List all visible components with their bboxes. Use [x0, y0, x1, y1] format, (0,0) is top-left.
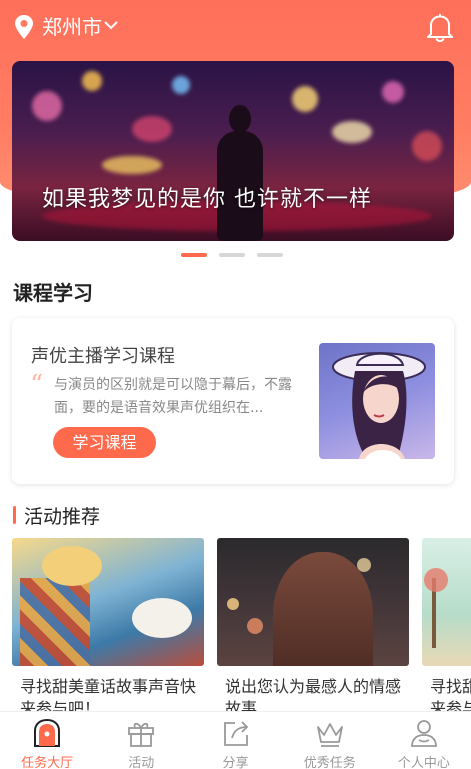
location-pin-icon[interactable]: [14, 14, 34, 40]
study-course-button[interactable]: 学习课程: [53, 427, 156, 458]
gift-icon: [128, 722, 155, 747]
course-thumbnail: [319, 343, 435, 459]
share-icon: [223, 721, 248, 746]
app-screen: 郑州市 如果我梦见的是你 也许就不一样 课程学习 声优主播学习课程 “ 与演员的…: [0, 0, 471, 769]
activity-text: 寻找甜美童话故事声音快来参与吧！: [20, 677, 197, 713]
carousel-dot[interactable]: [219, 253, 245, 257]
task-hall-icon: [34, 718, 61, 747]
activity-image: [217, 538, 409, 666]
person-icon: [411, 720, 437, 747]
activity-title-accent: [13, 506, 16, 524]
activity-image: [422, 538, 471, 666]
city-selector[interactable]: 郑州市: [42, 14, 102, 40]
chevron-down-icon[interactable]: [104, 20, 118, 30]
activity-section-title: 活动推荐: [24, 506, 101, 528]
crown-icon: [316, 723, 343, 747]
course-section-title: 课程学习: [13, 281, 93, 305]
carousel-dot[interactable]: [257, 253, 283, 257]
tab-label: 优秀任务: [303, 756, 356, 769]
activity-card[interactable]: 寻找甜美童话故事声音快来参与吧！: [422, 538, 471, 713]
tab-task-hall[interactable]: 任务大厅: [0, 712, 94, 769]
activity-text: 寻找甜美童话故事声音快来参与吧！: [430, 677, 471, 713]
tab-label: 个人中心: [397, 756, 450, 769]
tab-activity[interactable]: 活动: [94, 712, 188, 769]
activity-card[interactable]: 寻找甜美童话故事声音快来参与吧！: [12, 538, 204, 713]
course-description: 与演员的区别就是可以隐于幕后，不露面，要的是语音效果声优组织在...: [54, 377, 292, 416]
tab-share[interactable]: 分享: [188, 712, 282, 769]
course-card[interactable]: 声优主播学习课程 “ 与演员的区别就是可以隐于幕后，不露面，要的是语音效果声优组…: [12, 318, 454, 484]
tab-profile[interactable]: 个人中心: [377, 712, 471, 769]
tab-label: 分享: [222, 756, 249, 769]
course-title: 声优主播学习课程: [31, 346, 175, 367]
quote-icon: “: [30, 370, 44, 400]
carousel-dot-active[interactable]: [181, 253, 207, 257]
tab-excellent-tasks[interactable]: 优秀任务: [283, 712, 377, 769]
bottom-tab-bar: 任务大厅 活动 分享 优秀任务 个人中心: [0, 711, 471, 769]
banner-caption: 如果我梦见的是你 也许就不一样: [42, 187, 372, 212]
tab-label: 活动: [128, 756, 155, 769]
banner-carousel[interactable]: 如果我梦见的是你 也许就不一样: [12, 61, 454, 241]
course-thumbnail-illustration: [332, 352, 426, 459]
top-header: 郑州市: [0, 0, 471, 56]
activity-card[interactable]: 说出您认为最感人的情感故事: [217, 538, 409, 713]
notification-bell-icon[interactable]: [426, 12, 454, 42]
carousel-indicators: [181, 253, 283, 257]
activity-image: [12, 538, 204, 666]
tab-label: 任务大厅: [21, 756, 74, 769]
activity-text: 说出您认为最感人的情感故事: [225, 677, 402, 713]
banner-figure-head: [229, 105, 251, 133]
